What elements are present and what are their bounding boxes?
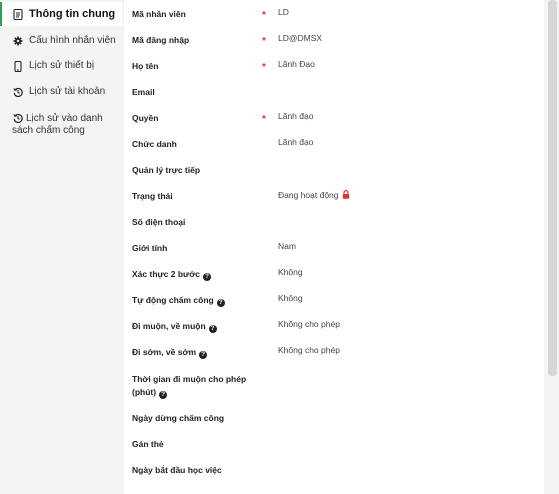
field-value[interactable]: LD (278, 7, 289, 17)
field-label: Quản lý trực tiếp (132, 165, 201, 175)
field-label: Xác thực 2 bước (132, 269, 200, 279)
field-value[interactable]: Nam (278, 241, 296, 251)
sidebar-item-label: Lịch sử vào danh sách chấm công (12, 113, 103, 136)
field-value[interactable]: Lãnh đạo (278, 137, 313, 147)
sidebar-item-general-info[interactable]: Thông tin chung (0, 2, 122, 26)
sidebar-item-label: Thông tin chung (29, 8, 116, 20)
help-icon[interactable]: ? (199, 351, 208, 359)
field-label: Ngày dừng chấm công (132, 413, 225, 423)
mobile-icon (12, 60, 24, 72)
history-icon (12, 112, 24, 124)
help-icon[interactable]: ? (216, 299, 225, 307)
field-label: Chức danh (132, 139, 177, 149)
document-icon (12, 8, 24, 20)
field-value[interactable]: Lãnh Đạo (278, 59, 315, 69)
required-mark: * (262, 36, 266, 47)
field-label: Gán thẻ (132, 439, 164, 449)
field-value[interactable]: Không (278, 293, 303, 303)
field-label: Đi sớm, về sớm (132, 347, 197, 357)
required-mark: * (262, 114, 266, 125)
field-value[interactable]: Không cho phép (278, 319, 340, 329)
sidebar-item-employee-config[interactable]: Cấu hình nhân viên (0, 35, 122, 47)
field-label: Ngày bắt đầu học việc (132, 465, 222, 475)
field-label-wrap: Đi muộn, về muộn? (132, 320, 252, 333)
sidebar-item-label: Lịch sử thiết bị (29, 60, 95, 71)
field-label: Trạng thái (132, 191, 173, 201)
field-label: Tự động chấm công (132, 295, 214, 305)
help-icon[interactable]: ? (159, 391, 168, 399)
sidebar-item-timekeeping-history[interactable]: Lịch sử vào danh sách chấm công (0, 112, 122, 137)
help-icon[interactable]: ? (202, 273, 211, 281)
field-label-wrap: Tự động chấm công? (132, 294, 252, 307)
field-label-wrap: Thời gian đi muộn cho phép (phút)? (132, 373, 250, 399)
help-icon[interactable]: ? (208, 325, 217, 333)
required-mark: * (262, 62, 266, 73)
field-value[interactable]: Không (278, 267, 303, 277)
field-label: Mã đăng nhập (132, 35, 190, 45)
sidebar: Thông tin chung Cấu hình nhân viên Lịch … (0, 0, 122, 494)
lock-icon (342, 190, 350, 201)
field-value: Đang hoạt động (278, 190, 339, 200)
required-mark: * (262, 10, 266, 21)
field-label: Email (132, 87, 155, 97)
field-label: Giới tính (132, 243, 168, 253)
history-icon (12, 86, 24, 98)
field-label: Số điện thoại (132, 217, 186, 227)
general-info-panel: Mã nhân viên * LD Mã đăng nhập * LD@DMSX… (124, 0, 544, 494)
scrollbar-thumb[interactable] (548, 0, 557, 376)
sidebar-item-device-history[interactable]: Lịch sử thiết bị (0, 60, 122, 72)
field-label: Thời gian đi muộn cho phép (phút) (132, 374, 247, 397)
sidebar-item-label: Lịch sử tài khoản (29, 86, 106, 97)
gear-icon (12, 35, 24, 47)
field-label: Quyền (132, 113, 159, 123)
field-label: Mã nhân viên (132, 9, 186, 19)
field-label-wrap: Đi sớm, về sớm? (132, 346, 252, 359)
field-label-wrap: Xác thực 2 bước? (132, 268, 252, 281)
sidebar-item-label: Cấu hình nhân viên (29, 35, 116, 46)
field-value[interactable]: Không cho phép (278, 345, 340, 355)
field-label: Họ tên (132, 61, 159, 71)
field-value[interactable]: LD@DMSX (278, 33, 322, 43)
field-value-wrap[interactable]: Đang hoạt động (278, 190, 350, 201)
field-label: Đi muộn, về muộn (132, 321, 206, 331)
sidebar-item-account-history[interactable]: Lịch sử tài khoản (0, 86, 122, 98)
field-value[interactable]: Lãnh đạo (278, 111, 313, 121)
